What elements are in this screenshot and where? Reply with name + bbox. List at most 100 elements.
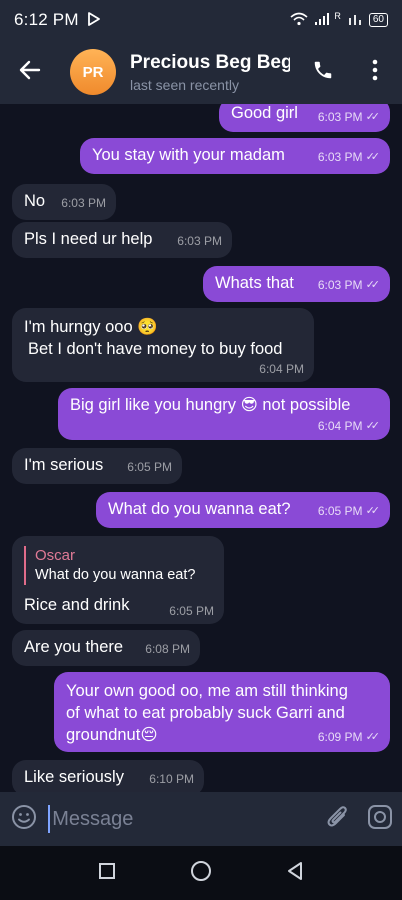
- avatar[interactable]: PR: [70, 49, 116, 95]
- system-nav-bar: [0, 846, 402, 900]
- wifi-icon: [290, 12, 308, 29]
- message-time: 6:03 PM: [317, 150, 363, 164]
- message-text: What do you wanna eat?: [108, 500, 291, 518]
- message-text-line: of what to eat probably suck Garri and: [66, 704, 345, 722]
- message-bubble[interactable]: You stay with your madam 6:03 PM ✓✓: [80, 138, 390, 174]
- message-time: 6:03 PM: [61, 196, 106, 210]
- double-check-icon: ✓✓: [365, 731, 381, 743]
- message-input[interactable]: [48, 805, 318, 833]
- double-check-icon: ✓✓: [365, 151, 381, 163]
- chat-header: PR Precious Beg Beg last seen recently: [0, 40, 402, 104]
- reply-author: Oscar: [35, 547, 76, 564]
- message-meta: 6:05 PM ✓✓: [318, 500, 380, 522]
- avatar-initials: PR: [82, 63, 104, 81]
- double-check-icon: ✓✓: [365, 279, 381, 291]
- contact-info[interactable]: Precious Beg Beg last seen recently: [130, 52, 290, 93]
- message-time: 6:05 PM: [317, 504, 363, 518]
- status-time: 6:12 PM: [14, 10, 79, 29]
- message-time: 6:05 PM: [127, 460, 172, 474]
- double-check-icon: ✓✓: [365, 420, 381, 432]
- double-check-icon: ✓✓: [365, 505, 381, 517]
- paperclip-icon: [326, 804, 350, 835]
- message-text: Big girl like you hungry 😎 not possible: [70, 396, 351, 414]
- message-bubble[interactable]: Are you there 6:08 PM: [12, 630, 200, 666]
- message-text: I'm serious: [24, 456, 104, 474]
- emoji-button[interactable]: [0, 792, 48, 846]
- message-text: Rice and drink: [24, 596, 130, 614]
- more-button[interactable]: [360, 54, 390, 90]
- phone-icon: [312, 59, 334, 86]
- message-bubble[interactable]: Pls I need ur help 6:03 PM: [12, 222, 232, 258]
- message-time: 6:04 PM: [317, 419, 363, 433]
- message-text: Pls I need ur help: [24, 230, 153, 248]
- message-bubble[interactable]: I'm hurngy ooo 🥺 Bet I don't have money …: [12, 308, 314, 382]
- arrow-left-icon: [19, 60, 41, 85]
- call-button[interactable]: [306, 54, 340, 90]
- double-check-icon: ✓✓: [365, 111, 381, 123]
- message-text-line: I'm hurngy ooo 🥺: [24, 318, 158, 336]
- battery-icon: 60: [368, 13, 388, 27]
- message-text-line: groundnut😔: [66, 726, 158, 744]
- message-time: 6:08 PM: [145, 642, 190, 656]
- message-text: Whats that: [215, 274, 294, 292]
- square-icon: [98, 862, 116, 885]
- message-time: 6:04 PM: [259, 362, 304, 376]
- message-bubble[interactable]: Whats that 6:03 PM ✓✓: [203, 266, 390, 302]
- message-meta: 6:05 PM: [127, 456, 172, 478]
- more-vertical-icon: [372, 59, 378, 86]
- triangle-icon: [286, 861, 304, 886]
- message-list[interactable]: Good girl 6:03 PM ✓✓ You stay with your m…: [0, 104, 402, 792]
- message-text: Are you there: [24, 638, 124, 656]
- nav-back-button[interactable]: [275, 853, 315, 893]
- play-icon: [87, 11, 101, 29]
- message-meta: 6:04 PM: [259, 358, 304, 380]
- attach-button[interactable]: [317, 792, 359, 846]
- back-button[interactable]: [0, 40, 60, 104]
- message-text: You stay with your madam: [92, 146, 285, 164]
- message-bubble[interactable]: Good girl 6:03 PM ✓✓: [219, 104, 390, 132]
- recents-button[interactable]: [87, 853, 127, 893]
- message-time: 6:10 PM: [149, 772, 194, 786]
- reply-quote[interactable]: Oscar What do you wanna eat?: [24, 546, 195, 585]
- message-meta: 6:05 PM: [169, 600, 214, 622]
- message-text-line: Bet I don't have money to buy food: [28, 340, 283, 358]
- message-bubble[interactable]: Big girl like you hungry 😎 not possible …: [58, 388, 390, 440]
- status-icons: R 60: [290, 11, 388, 29]
- signal-icon: [314, 12, 336, 29]
- message-text-line: Your own good oo, me am still thinking: [66, 682, 348, 700]
- circle-icon: [190, 860, 212, 887]
- message-bubble[interactable]: I'm serious 6:05 PM: [12, 448, 182, 484]
- status-bar: 6:12 PM R 60: [0, 0, 402, 40]
- message-meta: 6:03 PM: [177, 230, 222, 252]
- message-bubble[interactable]: Like seriously 6:10 PM: [12, 760, 204, 792]
- message-time: 6:05 PM: [169, 604, 214, 618]
- message-bubble[interactable]: Oscar What do you wanna eat? Rice and dr…: [12, 536, 224, 624]
- camera-button[interactable]: [359, 792, 402, 846]
- message-text: Like seriously: [24, 768, 124, 786]
- message-meta: 6:09 PM ✓✓: [318, 726, 380, 748]
- emoji-icon: [11, 804, 37, 835]
- reply-text: What do you wanna eat?: [35, 567, 196, 583]
- message-meta: 6:10 PM: [149, 768, 194, 790]
- message-meta: 6:03 PM: [61, 192, 106, 214]
- message-meta: 6:08 PM: [145, 638, 190, 660]
- message-time: 6:09 PM: [317, 730, 363, 744]
- message-meta: 6:04 PM ✓✓: [318, 415, 380, 437]
- contact-name: Precious Beg Beg: [130, 51, 290, 73]
- contact-status: last seen recently: [130, 76, 239, 93]
- message-composer: [0, 792, 402, 846]
- signal-icon-2: [347, 12, 363, 29]
- message-bubble[interactable]: No 6:03 PM: [12, 184, 116, 220]
- message-text: No: [24, 192, 46, 210]
- message-meta: 6:03 PM ✓✓: [318, 106, 380, 128]
- roaming-indicator: R: [334, 11, 341, 21]
- message-bubble[interactable]: Your own good oo, me am still thinking o…: [54, 672, 390, 752]
- message-meta: 6:03 PM ✓✓: [318, 146, 380, 168]
- message-time: 6:03 PM: [317, 278, 363, 292]
- camera-icon: [367, 804, 393, 835]
- message-text: Good girl: [231, 104, 298, 122]
- home-button[interactable]: [181, 853, 221, 893]
- battery-level: 60: [372, 14, 384, 25]
- message-bubble[interactable]: What do you wanna eat? 6:05 PM ✓✓: [96, 492, 390, 528]
- message-time: 6:03 PM: [177, 234, 222, 248]
